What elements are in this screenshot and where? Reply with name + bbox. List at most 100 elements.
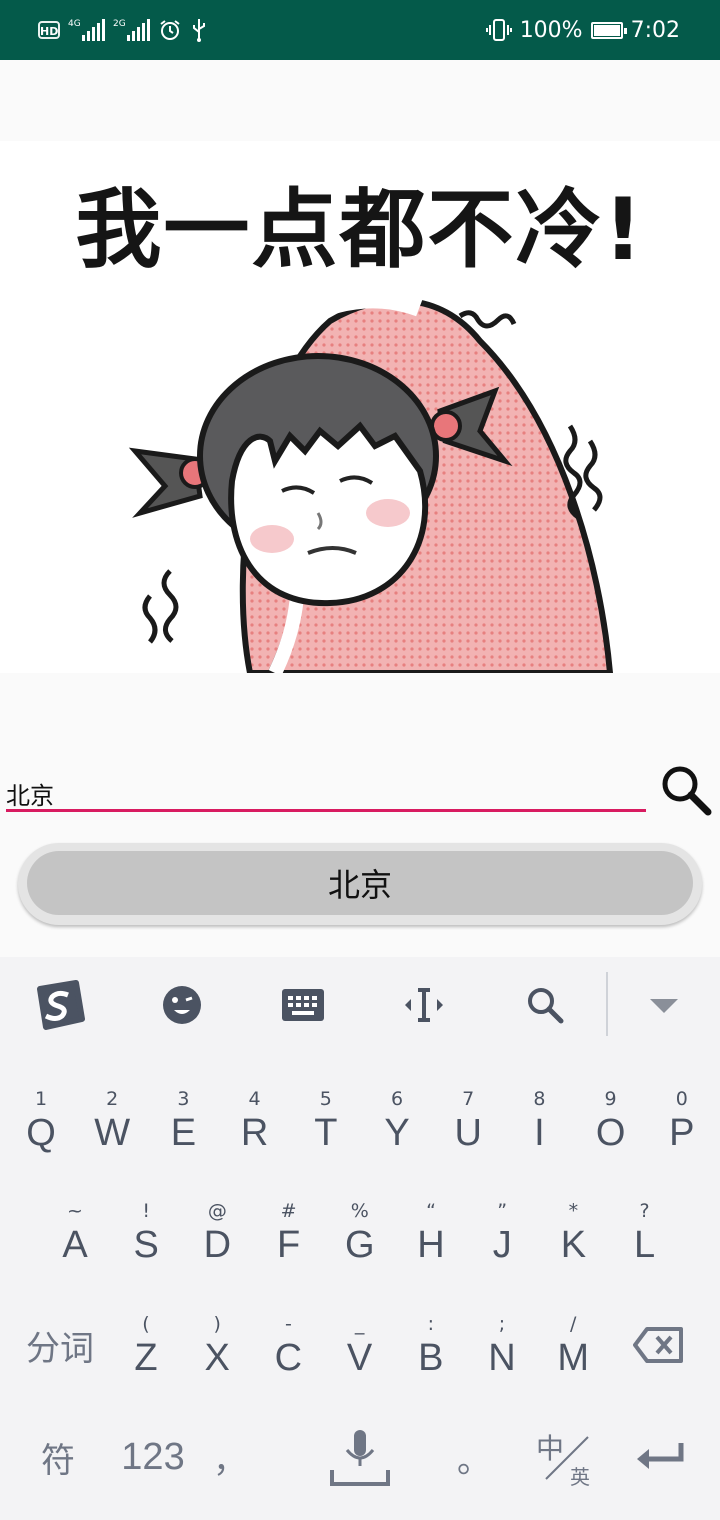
key-hint: 6 — [390, 1088, 404, 1110]
enter-icon — [637, 1443, 684, 1469]
key-hint: # — [280, 1200, 297, 1222]
cartoon-girl-illustration — [128, 286, 614, 673]
key-hint: 2 — [106, 1088, 119, 1110]
key-hint: 4 — [248, 1088, 261, 1110]
key-label: G — [345, 1224, 375, 1266]
backspace-key[interactable] — [624, 1305, 694, 1385]
key-label: Z — [134, 1337, 158, 1379]
collapse-icon[interactable] — [634, 977, 694, 1033]
key-n[interactable]: ; N — [468, 1295, 536, 1395]
period-key-label: 。 — [457, 1440, 491, 1481]
key-d[interactable]: @ D — [183, 1182, 251, 1282]
key-label: W — [94, 1112, 131, 1154]
symbols-key[interactable]: 符 — [20, 1417, 96, 1497]
soft-keyboard: 1Q2W3E4R5T6Y7U8I9O0P ~ A! S @ D # F% G “H” J * K? L … — [0, 957, 720, 1520]
language-switch-key[interactable]: 中 英 — [528, 1421, 600, 1501]
key-label: V — [346, 1337, 373, 1379]
meme-image: 我一点都不冷! — [0, 141, 720, 673]
key-hint: ! — [142, 1200, 150, 1222]
segment-key-label: 分词 — [26, 1328, 94, 1369]
key-l[interactable]: ? L — [611, 1182, 679, 1282]
key-s[interactable]: ! S — [112, 1182, 180, 1282]
key-x[interactable]: ) X — [183, 1295, 251, 1395]
result-button[interactable]: 北京 — [18, 843, 702, 925]
signal-4g-tag: 4G — [68, 19, 81, 29]
key-hint: / — [569, 1313, 577, 1335]
key-label: K — [560, 1224, 587, 1266]
keyboard-search-icon[interactable] — [515, 977, 575, 1033]
key-hint: % — [350, 1200, 369, 1222]
emoji-icon[interactable] — [152, 977, 212, 1033]
battery-percent: 100% — [519, 17, 583, 43]
key-hint: ( — [142, 1313, 150, 1335]
comma-key[interactable]: ， — [200, 1417, 260, 1497]
numbers-key[interactable]: 123 — [110, 1417, 196, 1497]
search-button[interactable] — [656, 760, 714, 818]
hd-badge: HD — [38, 21, 60, 39]
cursor-move-icon[interactable] — [394, 977, 454, 1033]
key-hint: - — [284, 1313, 292, 1335]
keyboard-icon[interactable] — [273, 977, 333, 1033]
battery-icon — [590, 21, 627, 39]
key-hint: 1 — [34, 1088, 48, 1110]
key-hint: ; — [498, 1313, 506, 1335]
key-hint: 3 — [177, 1088, 190, 1110]
period-key[interactable]: 。 — [444, 1417, 504, 1497]
key-label: J — [492, 1224, 512, 1266]
key-g[interactable]: % G — [326, 1182, 394, 1282]
key-label: B — [418, 1337, 444, 1379]
key-r[interactable]: 4R — [221, 1070, 289, 1170]
sogou-logo-icon[interactable] — [30, 977, 90, 1033]
key-i[interactable]: 8I — [505, 1070, 573, 1170]
toolbar-divider — [606, 972, 608, 1036]
key-b[interactable]: :B — [397, 1295, 465, 1395]
key-j[interactable]: ” J — [468, 1182, 536, 1282]
search-input-value: 北京 — [6, 782, 54, 810]
key-label: O — [595, 1112, 626, 1154]
key-t[interactable]: 5T — [292, 1070, 360, 1170]
key-p[interactable]: 0P — [648, 1070, 716, 1170]
key-hint: : — [427, 1313, 434, 1335]
key-hint: ~ — [67, 1200, 83, 1222]
key-label: C — [274, 1337, 303, 1379]
key-c[interactable]: -C — [254, 1295, 322, 1395]
status-left: HD 4G 2G — [38, 16, 208, 44]
search-icon — [662, 766, 712, 816]
status-right: 100% 7:02 — [485, 14, 680, 46]
key-y[interactable]: 6Y — [363, 1070, 431, 1170]
result-button-label: 北京 — [27, 851, 693, 915]
space-key[interactable] — [300, 1417, 420, 1497]
key-label: A — [62, 1224, 88, 1266]
key-e[interactable]: 3E — [149, 1070, 217, 1170]
numbers-key-label: 123 — [121, 1435, 185, 1478]
key-a[interactable]: ~ A — [41, 1182, 109, 1282]
key-v[interactable]: _ V — [326, 1295, 394, 1395]
segment-key[interactable]: 分词 — [12, 1305, 108, 1385]
key-label: M — [557, 1337, 590, 1379]
key-label: H — [417, 1224, 445, 1266]
key-q[interactable]: 1Q — [7, 1070, 75, 1170]
signal-2g-tag: 2G — [113, 19, 126, 29]
key-h[interactable]: “H — [397, 1182, 465, 1282]
enter-key[interactable] — [626, 1417, 696, 1497]
key-f[interactable]: # F — [255, 1182, 323, 1282]
key-hint: @ — [207, 1200, 227, 1222]
key-hint: ” — [497, 1200, 508, 1222]
comma-key-label: ， — [213, 1440, 247, 1481]
key-m[interactable]: / M — [539, 1295, 607, 1395]
key-u[interactable]: 7U — [434, 1070, 502, 1170]
key-label: T — [314, 1112, 338, 1154]
key-w[interactable]: 2W — [78, 1070, 146, 1170]
signal-2g-icon: 2G — [113, 19, 150, 41]
signal-4g-icon: 4G — [68, 19, 105, 41]
key-label: D — [203, 1224, 232, 1266]
alarm-icon — [160, 20, 180, 40]
search-input[interactable]: 北京 — [6, 768, 646, 812]
key-k[interactable]: * K — [539, 1182, 607, 1282]
key-o[interactable]: 9O — [577, 1070, 645, 1170]
symbols-key-label: 符 — [41, 1440, 75, 1481]
key-hint: * — [568, 1200, 579, 1222]
key-label: I — [534, 1112, 545, 1154]
key-z[interactable]: (Z — [112, 1295, 180, 1395]
key-hint: 9 — [604, 1088, 617, 1110]
